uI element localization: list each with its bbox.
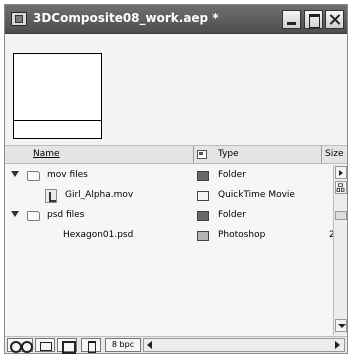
item-name: mov files [47,170,88,180]
label-column-icon[interactable] [197,150,207,159]
name-column-header[interactable]: Name [33,149,60,159]
maximize-button[interactable] [304,10,323,29]
bottom-toolbar: 8 bpc [5,336,347,354]
column-divider[interactable] [193,146,194,163]
item-type: Folder [218,210,246,220]
title-bar[interactable]: 3DComposite08_work.aep * [5,5,347,34]
label-swatch[interactable] [197,171,209,181]
label-swatch[interactable] [197,231,209,241]
scroll-thumb[interactable] [335,211,347,220]
ae-project-icon [11,12,27,26]
preview-area [5,35,347,142]
list-item[interactable]: psd files Folder [5,207,332,226]
folder-icon [27,211,40,221]
item-type: QuickTime Movie [218,190,295,200]
list-item[interactable]: Girl_Alpha.mov QuickTime Movie [5,187,332,206]
trash-icon[interactable] [81,338,101,353]
project-item-list: mov files Folder Girl_Alpha.mov QuickTim… [5,165,335,335]
vertical-scrollbar[interactable] [333,165,347,335]
expand-triangle-icon[interactable] [11,211,19,217]
footage-icon [45,189,57,203]
project-window: 3DComposite08_work.aep * Name Type Size … [4,4,348,354]
flowchart-icon[interactable] [335,181,347,194]
item-type: Folder [218,170,246,180]
label-swatch[interactable] [197,211,209,221]
horizontal-scrollbar[interactable] [143,338,345,352]
item-name: psd files [47,210,85,220]
minimize-button[interactable] [282,10,301,29]
item-name: Girl_Alpha.mov [65,190,134,200]
size-column-header[interactable]: Size [325,149,343,159]
type-column-header[interactable]: Type [218,149,239,159]
column-divider[interactable] [321,146,322,163]
preview-thumbnail [13,53,102,139]
window-title: 3DComposite08_work.aep * [33,11,219,25]
new-composition-button[interactable] [57,338,77,354]
new-folder-button[interactable] [35,338,55,352]
column-header: Name Type Size [5,145,347,164]
scroll-down-icon[interactable] [335,319,347,332]
binoculars-icon[interactable] [7,338,33,353]
scroll-right-icon[interactable] [332,340,342,350]
label-swatch[interactable] [197,191,209,201]
list-item[interactable]: mov files Folder [5,167,332,186]
item-name: Hexagon01.psd [63,230,134,240]
close-button[interactable] [325,10,344,29]
item-type: Photoshop [218,230,266,240]
panel-menu-arrow-icon[interactable] [335,166,347,179]
scroll-left-icon[interactable] [145,340,155,350]
bit-depth-button[interactable]: 8 bpc [105,338,141,352]
list-item[interactable]: Hexagon01.psd Photoshop 2 [5,227,335,246]
folder-icon [27,171,40,181]
expand-triangle-icon[interactable] [11,171,19,177]
